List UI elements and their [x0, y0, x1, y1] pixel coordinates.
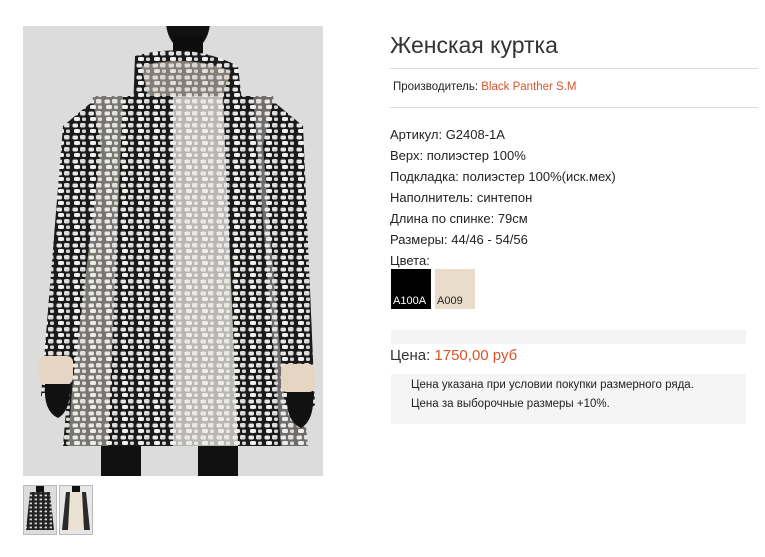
color-swatch-black[interactable]: A100A: [391, 269, 431, 309]
thumbnail-black-white[interactable]: [23, 485, 57, 535]
spec-filling: Наполнитель: синтепон: [390, 190, 533, 205]
manufacturer-line: Производитель: Black Panther S.M: [393, 81, 577, 93]
color-code: A100A: [393, 295, 427, 307]
price-value: 1750,00 руб: [434, 347, 518, 364]
color-code: A009: [437, 295, 463, 307]
divider: [390, 107, 758, 108]
price-note: Цена за выборочные размеры +10%.: [411, 398, 610, 410]
spec-sizes: Размеры: 44/46 - 54/56: [390, 232, 528, 247]
spec-outer: Верх: полиэстер 100%: [390, 148, 526, 163]
spec-lining: Подкладка: полиэстер 100%(иск.мех): [390, 169, 616, 184]
price-band: [391, 330, 746, 344]
color-swatch-beige[interactable]: A009: [435, 269, 475, 309]
price-line: Цена: 1750,00 руб: [390, 347, 517, 364]
spec-colors-label: Цвета:: [390, 253, 430, 268]
price-label: Цена:: [390, 347, 431, 364]
manufacturer-link[interactable]: Black Panther S.M: [481, 81, 576, 93]
manufacturer-label: Производитель:: [393, 81, 479, 93]
spec-article: Артикул: G2408-1A: [390, 127, 505, 142]
product-title: Женская куртка: [390, 32, 558, 58]
thumbnail-beige[interactable]: [59, 485, 93, 535]
price-note: Цена указана при условии покупки размерн…: [411, 379, 694, 391]
spec-back-length: Длина по спинке: 79см: [390, 211, 528, 226]
divider: [390, 68, 758, 69]
spec-list: Артикул: G2408-1A Верх: полиэстер 100% П…: [390, 124, 616, 271]
product-photo[interactable]: [23, 26, 323, 476]
